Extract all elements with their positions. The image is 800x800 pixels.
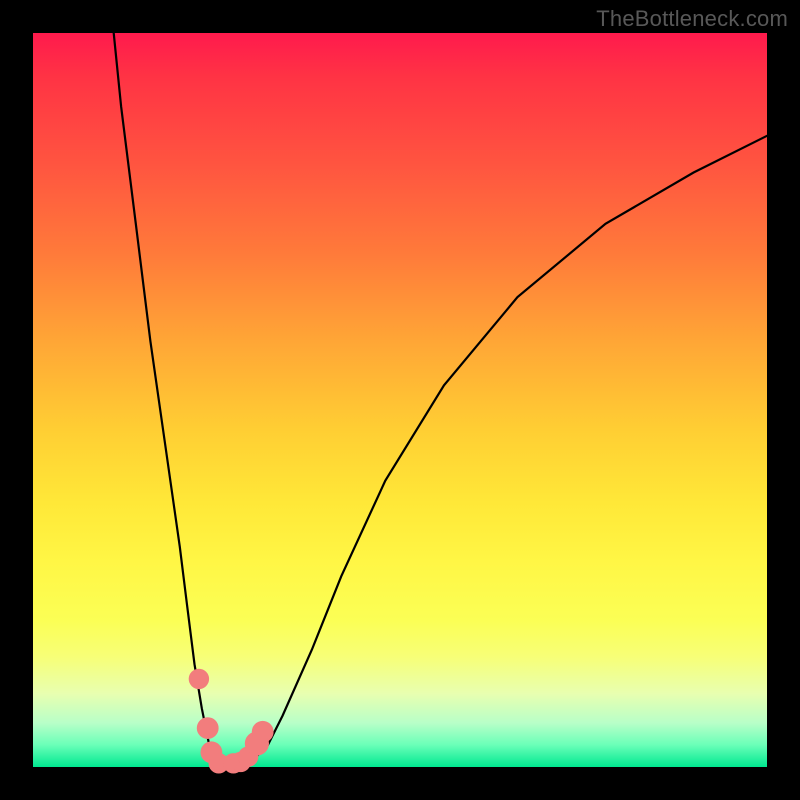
plot-area (33, 33, 767, 767)
watermark-text: TheBottleneck.com (596, 6, 788, 32)
data-markers (189, 669, 274, 774)
data-marker (252, 721, 274, 743)
chart-frame: TheBottleneck.com (0, 0, 800, 800)
data-marker (189, 669, 209, 689)
curve-layer (33, 33, 767, 767)
data-marker (197, 717, 219, 739)
bottleneck-curve (114, 33, 767, 767)
